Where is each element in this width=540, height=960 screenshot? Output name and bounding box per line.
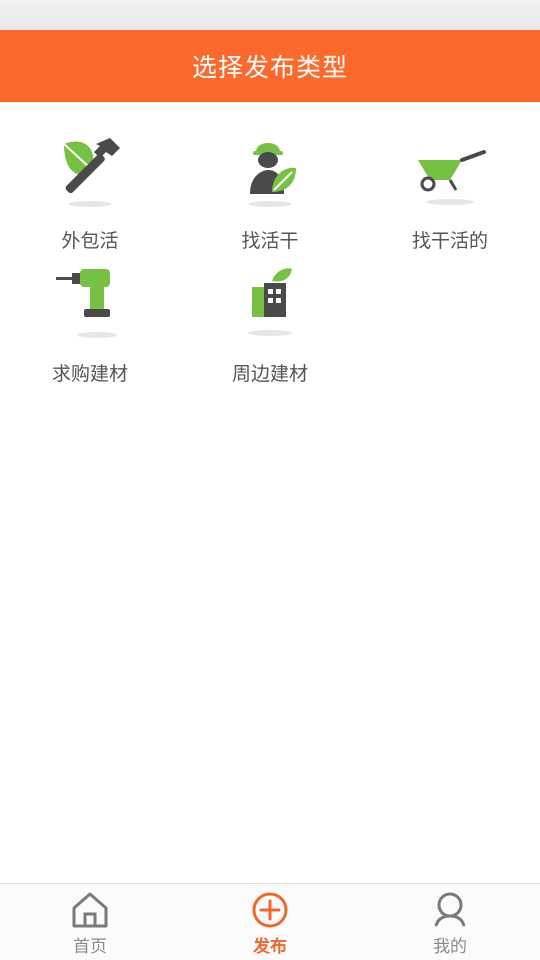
wheelbarrow-icon bbox=[418, 150, 486, 205]
bottom-tab-bar: 首页 发布 我的 bbox=[0, 883, 540, 960]
tile-find-work[interactable]: 找活干 bbox=[180, 102, 360, 252]
tile-find-workers[interactable]: 找干活的 bbox=[360, 102, 540, 252]
tab-home[interactable]: 首页 bbox=[0, 884, 180, 960]
worker-helmet-icon bbox=[248, 143, 296, 207]
plus-circle-icon bbox=[252, 892, 288, 928]
hammer-leaf-icon bbox=[63, 138, 120, 207]
home-icon bbox=[72, 892, 108, 928]
power-drill-icon bbox=[56, 269, 117, 338]
tile-buy-materials[interactable]: 求购建材 bbox=[0, 235, 180, 385]
tile-label: 求购建材 bbox=[51, 363, 128, 385]
tab-publish[interactable]: 发布 bbox=[180, 884, 360, 960]
user-icon bbox=[434, 892, 466, 927]
status-bar bbox=[0, 0, 540, 30]
tile-label: 找干活的 bbox=[411, 230, 488, 252]
header-bar: 选择发布类型 bbox=[0, 30, 540, 102]
tab-mine[interactable]: 我的 bbox=[360, 884, 540, 960]
tab-label: 首页 bbox=[73, 937, 107, 957]
tile-nearby-materials[interactable]: 周边建材 bbox=[180, 235, 360, 385]
page-title: 选择发布类型 bbox=[191, 53, 348, 82]
building-leaf-icon bbox=[248, 268, 292, 336]
tab-label: 我的 bbox=[433, 937, 467, 957]
tile-label: 周边建材 bbox=[231, 363, 308, 385]
tile-outsource-work[interactable]: 外包活 bbox=[0, 102, 180, 252]
tab-label: 发布 bbox=[253, 937, 287, 957]
